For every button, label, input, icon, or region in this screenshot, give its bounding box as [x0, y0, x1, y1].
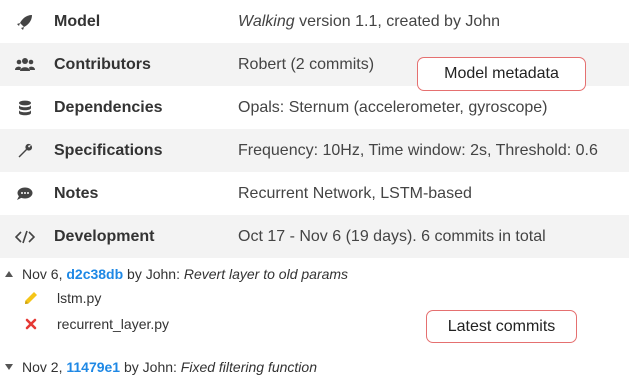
metadata-value: Frequency: 10Hz, Time window: 2s, Thresh…	[238, 141, 598, 159]
metadata-value: Recurrent Network, LSTM-based	[238, 184, 472, 202]
collapse-caret-icon[interactable]	[5, 271, 13, 277]
metadata-label: Development	[54, 227, 155, 245]
commit-hash-link[interactable]: d2c38db	[66, 266, 123, 282]
metadata-row-development: Development Oct 17 - Nov 6 (19 days). 6 …	[0, 215, 629, 258]
commit-entry[interactable]: Nov 2, 11479e1 by John: Fixed filtering …	[0, 357, 629, 377]
metadata-label: Dependencies	[54, 98, 163, 116]
metadata-row-notes: Notes Recurrent Network, LSTM-based	[0, 172, 629, 215]
database-icon	[14, 97, 36, 119]
file-name: lstm.py	[57, 290, 102, 306]
metadata-row-model: Model Walking version 1.1, created by Jo…	[0, 0, 629, 43]
commit-file-item[interactable]: lstm.py	[24, 288, 101, 308]
expand-caret-icon[interactable]	[5, 364, 13, 370]
code-icon	[14, 226, 36, 248]
commit-hash-link[interactable]: 11479e1	[66, 359, 120, 375]
comment-icon	[14, 183, 36, 205]
metadata-row-specifications: Specifications Frequency: 10Hz, Time win…	[0, 129, 629, 172]
wrench-icon	[14, 140, 36, 162]
commit-file-item[interactable]: recurrent_layer.py	[24, 314, 169, 334]
latest-commits-callout: Latest commits	[426, 310, 577, 343]
file-name: recurrent_layer.py	[57, 316, 170, 332]
metadata-label: Contributors	[54, 55, 151, 73]
metadata-value: Robert (2 commits)	[238, 55, 375, 73]
cross-icon	[24, 317, 38, 331]
commit-summary: Nov 2, 11479e1 by John: Fixed filtering …	[22, 359, 317, 375]
pencil-icon	[24, 291, 38, 305]
metadata-value: Opals: Sternum (accelerometer, gyroscope…	[238, 98, 548, 116]
metadata-label: Model	[54, 12, 101, 30]
metadata-label: Specifications	[54, 141, 163, 159]
commit-entry[interactable]: Nov 6, d2c38db by John: Revert layer to …	[0, 264, 629, 284]
metadata-label: Notes	[54, 184, 99, 202]
commit-summary: Nov 6, d2c38db by John: Revert layer to …	[22, 266, 349, 282]
metadata-value: Oct 17 - Nov 6 (19 days). 6 commits in t…	[238, 227, 546, 245]
users-icon	[14, 54, 36, 76]
model-metadata-callout: Model metadata	[417, 57, 586, 91]
metadata-row-dependencies: Dependencies Opals: Sternum (acceleromet…	[0, 86, 629, 129]
rocket-icon	[14, 11, 36, 33]
metadata-value: Walking version 1.1, created by John	[238, 12, 501, 30]
